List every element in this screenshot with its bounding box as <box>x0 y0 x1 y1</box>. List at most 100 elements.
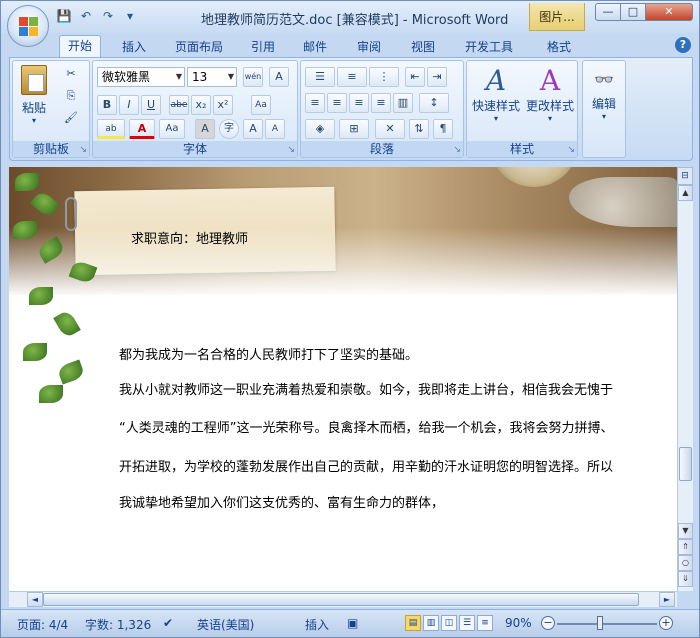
editing-button[interactable]: 👓 编辑 ▾ <box>585 65 623 121</box>
horizontal-scroll-thumb[interactable] <box>43 593 639 606</box>
office-button[interactable] <box>7 5 49 47</box>
word-count[interactable]: 字数: 1,326 <box>85 616 151 633</box>
justify-icon[interactable]: ≡ <box>371 93 391 113</box>
numbering-icon[interactable]: ≡ <box>337 67 367 87</box>
align-right-icon[interactable]: ≡ <box>349 93 369 113</box>
language-indicator[interactable]: 英语(美国) <box>197 616 254 633</box>
copy-icon[interactable]: ⎘ <box>61 87 81 107</box>
bold-button[interactable]: B <box>97 95 117 115</box>
font-color-button[interactable]: A <box>129 119 155 139</box>
styles-launcher-icon[interactable]: ↘ <box>567 145 575 155</box>
align-left-icon[interactable]: ≡ <box>305 93 325 113</box>
previous-page-icon[interactable]: ⇑ <box>678 539 693 555</box>
paragraph-launcher-icon[interactable]: ↘ <box>453 145 461 155</box>
tab-developer[interactable]: 开发工具 <box>459 37 519 57</box>
scroll-right-icon[interactable]: ► <box>659 592 675 607</box>
decrease-indent-icon[interactable]: ⇤ <box>405 67 425 87</box>
character-border-button[interactable]: A <box>269 67 289 87</box>
sort-icon[interactable]: ⇅ <box>409 119 429 139</box>
italic-button[interactable]: I <box>119 95 139 115</box>
undo-icon[interactable]: ↶ <box>77 7 95 25</box>
proofing-icon[interactable]: ✔ <box>163 616 173 630</box>
web-layout-view-icon[interactable]: ◫ <box>441 615 457 631</box>
tab-view[interactable]: 视图 <box>405 37 441 57</box>
shrink-font-button[interactable]: A <box>265 119 285 139</box>
multilevel-list-icon[interactable]: ⋮ <box>369 67 399 87</box>
increase-indent-icon[interactable]: ⇥ <box>427 67 447 87</box>
view-ruler-icon[interactable]: ⊟ <box>677 167 693 185</box>
font-size-combo[interactable]: 13 ▼ <box>187 67 237 87</box>
character-shading-button[interactable]: A <box>195 119 215 139</box>
tab-references[interactable]: 引用 <box>245 37 281 57</box>
format-painter-icon[interactable]: 🖌 <box>61 109 81 129</box>
horizontal-scrollbar[interactable]: ◄ ► <box>9 591 677 607</box>
page-count[interactable]: 页面: 4/4 <box>17 616 68 633</box>
highlight-button[interactable]: ab <box>97 119 125 139</box>
zoom-slider-thumb[interactable] <box>597 616 603 630</box>
chinese-layout-icon[interactable]: ✕ <box>375 119 405 139</box>
vertical-scrollbar[interactable]: ▲ ▼ ⇑ ○ ⇓ <box>677 167 693 591</box>
superscript-button[interactable]: x² <box>213 95 233 115</box>
full-screen-reading-view-icon[interactable]: ▥ <box>423 615 439 631</box>
document-page[interactable]: 求职意向：地理教师 都为我成为一名合格的人民教师打下了坚实的基础。 我从小就对教… <box>9 167 677 591</box>
outline-view-icon[interactable]: ☰ <box>459 615 475 631</box>
cut-icon[interactable]: ✂ <box>61 65 81 85</box>
tab-format[interactable]: 格式 <box>539 37 579 57</box>
show-marks-icon[interactable]: ¶ <box>433 119 453 139</box>
maximize-button[interactable]: □ <box>620 3 646 21</box>
font-launcher-icon[interactable]: ↘ <box>287 145 295 155</box>
borders-icon[interactable]: ⊞ <box>339 119 369 139</box>
tab-review[interactable]: 审阅 <box>351 37 387 57</box>
underline-button[interactable]: U <box>141 95 161 115</box>
tab-page-layout[interactable]: 页面布局 <box>169 37 229 57</box>
paste-button[interactable]: 粘贴 ▾ <box>17 65 51 125</box>
customize-qat-icon[interactable]: ▾ <box>121 7 139 25</box>
help-icon[interactable]: ? <box>675 37 691 53</box>
tab-home[interactable]: 开始 <box>59 35 101 58</box>
grow-font-button[interactable]: A <box>243 119 263 139</box>
scroll-up-icon[interactable]: ▲ <box>678 185 693 201</box>
font-size-value: 13 <box>192 70 208 84</box>
bullets-icon[interactable]: ☰ <box>305 67 335 87</box>
line-spacing-icon[interactable]: ↕ <box>419 93 449 113</box>
enclose-characters-button[interactable]: 字 <box>219 119 239 139</box>
tab-insert[interactable]: 插入 <box>113 37 155 57</box>
styles-group: A 快速样式 ▾ A 更改样式 ▾ 样式 ↘ <box>466 60 578 158</box>
close-button[interactable]: ✕ <box>645 3 693 21</box>
insert-mode-indicator[interactable]: 插入 <box>305 616 329 633</box>
redo-icon[interactable]: ↷ <box>99 7 117 25</box>
zoom-slider-track[interactable] <box>557 623 657 625</box>
zoom-in-icon[interactable]: + <box>659 616 673 630</box>
change-case-button[interactable]: Aa <box>159 119 185 139</box>
next-page-icon[interactable]: ⇓ <box>678 571 693 587</box>
align-center-icon[interactable]: ≡ <box>327 93 347 113</box>
distributed-icon[interactable]: ▥ <box>393 93 413 113</box>
window-title: 地理教师简历范文.doc [兼容模式] - Microsoft Word <box>201 13 509 28</box>
clipboard-launcher-icon[interactable]: ↘ <box>79 145 87 155</box>
picture-tools-tab[interactable]: 图片... <box>529 3 585 31</box>
scroll-left-icon[interactable]: ◄ <box>27 592 43 607</box>
draft-view-icon[interactable]: ≡ <box>477 615 493 631</box>
quick-styles-icon: A <box>485 64 507 97</box>
zoom-out-icon[interactable]: − <box>541 616 555 630</box>
select-browse-object-icon[interactable]: ○ <box>678 555 693 571</box>
strikethrough-button[interactable]: abe <box>169 95 189 115</box>
font-name-combo[interactable]: 微软雅黑 ▼ <box>97 67 185 87</box>
paragraph-line: “人类灵魂的工程师”这一光荣称号。良禽择木而栖，给我一个机会，我将会努力拼搏、 <box>119 421 614 436</box>
change-styles-button[interactable]: A 更改样式 ▾ <box>523 65 577 124</box>
shading-icon[interactable]: ◈ <box>305 119 335 139</box>
print-layout-view-icon[interactable]: ▤ <box>405 615 421 631</box>
zoom-level[interactable]: 90% <box>505 616 532 630</box>
minimize-button[interactable]: — <box>595 3 621 21</box>
scroll-down-icon[interactable]: ▼ <box>678 523 693 539</box>
clear-formatting-button[interactable]: Aa <box>251 95 271 115</box>
macro-record-icon[interactable]: ▣ <box>347 616 358 630</box>
save-icon[interactable]: 💾 <box>55 7 73 25</box>
vertical-scroll-thumb[interactable] <box>679 447 692 481</box>
chevron-down-icon: ▼ <box>175 72 182 81</box>
phonetic-guide-button[interactable]: wén <box>243 67 263 87</box>
tab-mailings[interactable]: 邮件 <box>297 37 333 57</box>
font-group: 微软雅黑 ▼ 13 ▼ wén A B I U abe x₂ x² Aa ab … <box>92 60 298 158</box>
quick-styles-button[interactable]: A 快速样式 ▾ <box>469 64 523 124</box>
subscript-button[interactable]: x₂ <box>191 95 211 115</box>
